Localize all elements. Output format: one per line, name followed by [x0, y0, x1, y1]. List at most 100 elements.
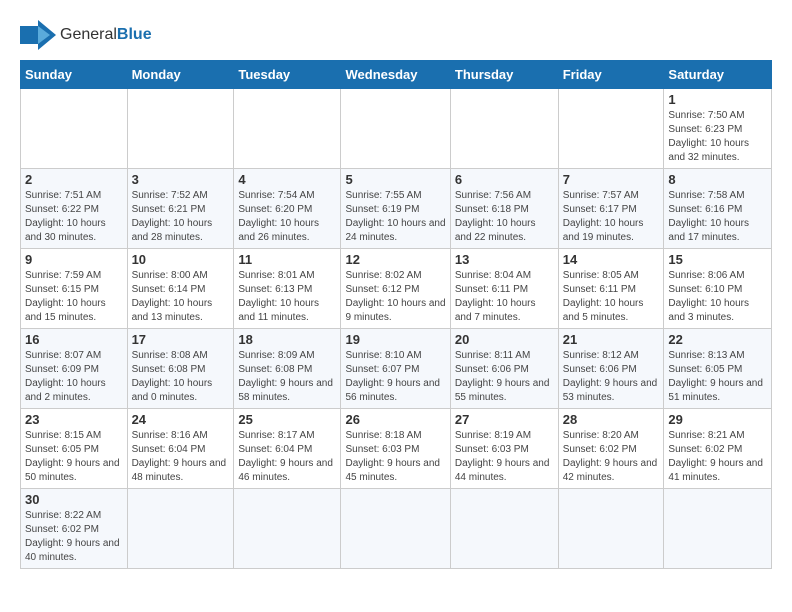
day-info: Sunrise: 8:21 AM Sunset: 6:02 PM Dayligh… [668, 429, 767, 485]
day-number: 15 [668, 252, 767, 267]
calendar-cell: 5 Sunrise: 7:55 AM Sunset: 6:19 PM Daylig… [341, 169, 450, 249]
calendar-cell: 10 Sunrise: 8:00 AM Sunset: 6:14 PM Dayli… [127, 249, 234, 329]
day-number: 29 [668, 412, 767, 427]
calendar-cell: 22 Sunrise: 8:13 AM Sunset: 6:05 PM Dayli… [664, 329, 772, 409]
day-number: 4 [238, 172, 336, 187]
day-info: Sunrise: 7:57 AM Sunset: 6:17 PM Dayligh… [563, 189, 660, 245]
day-number: 13 [455, 252, 554, 267]
day-info: Sunrise: 8:20 AM Sunset: 6:02 PM Dayligh… [563, 429, 660, 485]
day-info: Sunrise: 7:52 AM Sunset: 6:21 PM Dayligh… [132, 189, 230, 245]
calendar-cell: 12 Sunrise: 8:02 AM Sunset: 6:12 PM Dayli… [341, 249, 450, 329]
calendar-week-2: 9Sunrise: 7:59 AM Sunset: 6:15 PM Daylig… [21, 249, 772, 329]
calendar-cell [450, 89, 558, 169]
day-info: Sunrise: 8:19 AM Sunset: 6:03 PM Dayligh… [455, 429, 554, 485]
calendar-header-sunday: Sunday [21, 61, 128, 89]
calendar-week-1: 2 Sunrise: 7:51 AM Sunset: 6:22 PM Daylig… [21, 169, 772, 249]
calendar-cell: 14 Sunrise: 8:05 AM Sunset: 6:11 PM Dayli… [558, 249, 664, 329]
calendar-cell [450, 489, 558, 569]
day-info: Sunrise: 8:11 AM Sunset: 6:06 PM Dayligh… [455, 349, 554, 405]
calendar-cell: 26Sunrise: 8:18 AM Sunset: 6:03 PM Dayli… [341, 409, 450, 489]
calendar-cell: 16 Sunrise: 8:07 AM Sunset: 6:09 PM Dayli… [21, 329, 128, 409]
day-number: 23 [25, 412, 123, 427]
day-number: 8 [668, 172, 767, 187]
calendar-week-3: 16 Sunrise: 8:07 AM Sunset: 6:09 PM Dayli… [21, 329, 772, 409]
calendar-cell: 27 Sunrise: 8:19 AM Sunset: 6:03 PM Dayli… [450, 409, 558, 489]
day-info: Sunrise: 7:56 AM Sunset: 6:18 PM Dayligh… [455, 189, 554, 245]
day-number: 18 [238, 332, 336, 347]
logo-icon [20, 20, 56, 50]
calendar-cell [558, 489, 664, 569]
day-info: Sunrise: 8:07 AM Sunset: 6:09 PM Dayligh… [25, 349, 123, 405]
day-info: Sunrise: 8:05 AM Sunset: 6:11 PM Dayligh… [563, 269, 660, 325]
day-info: Sunrise: 7:55 AM Sunset: 6:19 PM Dayligh… [345, 189, 445, 245]
calendar-header-tuesday: Tuesday [234, 61, 341, 89]
day-number: 25 [238, 412, 336, 427]
day-info: Sunrise: 8:17 AM Sunset: 6:04 PM Dayligh… [238, 429, 336, 485]
calendar-header-thursday: Thursday [450, 61, 558, 89]
calendar-cell: 20Sunrise: 8:11 AM Sunset: 6:06 PM Dayli… [450, 329, 558, 409]
calendar-header-monday: Monday [127, 61, 234, 89]
calendar-cell: 17Sunrise: 8:08 AM Sunset: 6:08 PM Dayli… [127, 329, 234, 409]
day-number: 22 [668, 332, 767, 347]
calendar-cell: 28 Sunrise: 8:20 AM Sunset: 6:02 PM Dayli… [558, 409, 664, 489]
day-number: 21 [563, 332, 660, 347]
calendar-header-row: SundayMondayTuesdayWednesdayThursdayFrid… [21, 61, 772, 89]
calendar-cell [127, 89, 234, 169]
calendar-cell [341, 489, 450, 569]
day-info: Sunrise: 7:50 AM Sunset: 6:23 PM Dayligh… [668, 109, 767, 165]
calendar-cell: 15 Sunrise: 8:06 AM Sunset: 6:10 PM Dayli… [664, 249, 772, 329]
day-number: 3 [132, 172, 230, 187]
day-info: Sunrise: 8:16 AM Sunset: 6:04 PM Dayligh… [132, 429, 230, 485]
calendar-cell: 1 Sunrise: 7:50 AM Sunset: 6:23 PM Daylig… [664, 89, 772, 169]
day-number: 10 [132, 252, 230, 267]
calendar-cell: 29 Sunrise: 8:21 AM Sunset: 6:02 PM Dayli… [664, 409, 772, 489]
calendar-cell: 19 Sunrise: 8:10 AM Sunset: 6:07 PM Dayli… [341, 329, 450, 409]
day-info: Sunrise: 8:22 AM Sunset: 6:02 PM Dayligh… [25, 509, 123, 565]
calendar-cell: 13Sunrise: 8:04 AM Sunset: 6:11 PM Dayli… [450, 249, 558, 329]
logo-text: GeneralBlue [60, 26, 152, 44]
logo: GeneralBlue [20, 20, 152, 50]
calendar-cell: 23 Sunrise: 8:15 AM Sunset: 6:05 PM Dayli… [21, 409, 128, 489]
day-number: 7 [563, 172, 660, 187]
day-info: Sunrise: 8:15 AM Sunset: 6:05 PM Dayligh… [25, 429, 123, 485]
day-number: 1 [668, 92, 767, 107]
calendar-cell: 2 Sunrise: 7:51 AM Sunset: 6:22 PM Daylig… [21, 169, 128, 249]
header: GeneralBlue [20, 20, 772, 50]
day-number: 14 [563, 252, 660, 267]
day-info: Sunrise: 7:58 AM Sunset: 6:16 PM Dayligh… [668, 189, 767, 245]
calendar-cell: 25 Sunrise: 8:17 AM Sunset: 6:04 PM Dayli… [234, 409, 341, 489]
calendar-cell: 4Sunrise: 7:54 AM Sunset: 6:20 PM Daylig… [234, 169, 341, 249]
day-number: 28 [563, 412, 660, 427]
calendar-cell [341, 89, 450, 169]
day-info: Sunrise: 8:10 AM Sunset: 6:07 PM Dayligh… [345, 349, 445, 405]
day-info: Sunrise: 8:02 AM Sunset: 6:12 PM Dayligh… [345, 269, 445, 325]
day-number: 27 [455, 412, 554, 427]
calendar-week-5: 30Sunrise: 8:22 AM Sunset: 6:02 PM Dayli… [21, 489, 772, 569]
calendar-cell: 8 Sunrise: 7:58 AM Sunset: 6:16 PM Daylig… [664, 169, 772, 249]
day-info: Sunrise: 7:51 AM Sunset: 6:22 PM Dayligh… [25, 189, 123, 245]
day-number: 24 [132, 412, 230, 427]
day-number: 19 [345, 332, 445, 347]
calendar-cell: 7 Sunrise: 7:57 AM Sunset: 6:17 PM Daylig… [558, 169, 664, 249]
day-info: Sunrise: 7:59 AM Sunset: 6:15 PM Dayligh… [25, 269, 123, 325]
calendar-cell: 30Sunrise: 8:22 AM Sunset: 6:02 PM Dayli… [21, 489, 128, 569]
calendar-cell [21, 89, 128, 169]
calendar-cell: 11Sunrise: 8:01 AM Sunset: 6:13 PM Dayli… [234, 249, 341, 329]
calendar-cell [234, 89, 341, 169]
day-info: Sunrise: 8:13 AM Sunset: 6:05 PM Dayligh… [668, 349, 767, 405]
calendar-cell [558, 89, 664, 169]
calendar-cell: 3 Sunrise: 7:52 AM Sunset: 6:21 PM Daylig… [127, 169, 234, 249]
day-number: 6 [455, 172, 554, 187]
day-info: Sunrise: 8:00 AM Sunset: 6:14 PM Dayligh… [132, 269, 230, 325]
calendar-header-saturday: Saturday [664, 61, 772, 89]
day-number: 16 [25, 332, 123, 347]
calendar-cell: 9Sunrise: 7:59 AM Sunset: 6:15 PM Daylig… [21, 249, 128, 329]
day-info: Sunrise: 8:12 AM Sunset: 6:06 PM Dayligh… [563, 349, 660, 405]
calendar: SundayMondayTuesdayWednesdayThursdayFrid… [20, 60, 772, 569]
day-info: Sunrise: 8:06 AM Sunset: 6:10 PM Dayligh… [668, 269, 767, 325]
calendar-cell: 21 Sunrise: 8:12 AM Sunset: 6:06 PM Dayli… [558, 329, 664, 409]
day-number: 2 [25, 172, 123, 187]
day-number: 17 [132, 332, 230, 347]
day-number: 5 [345, 172, 445, 187]
day-number: 12 [345, 252, 445, 267]
